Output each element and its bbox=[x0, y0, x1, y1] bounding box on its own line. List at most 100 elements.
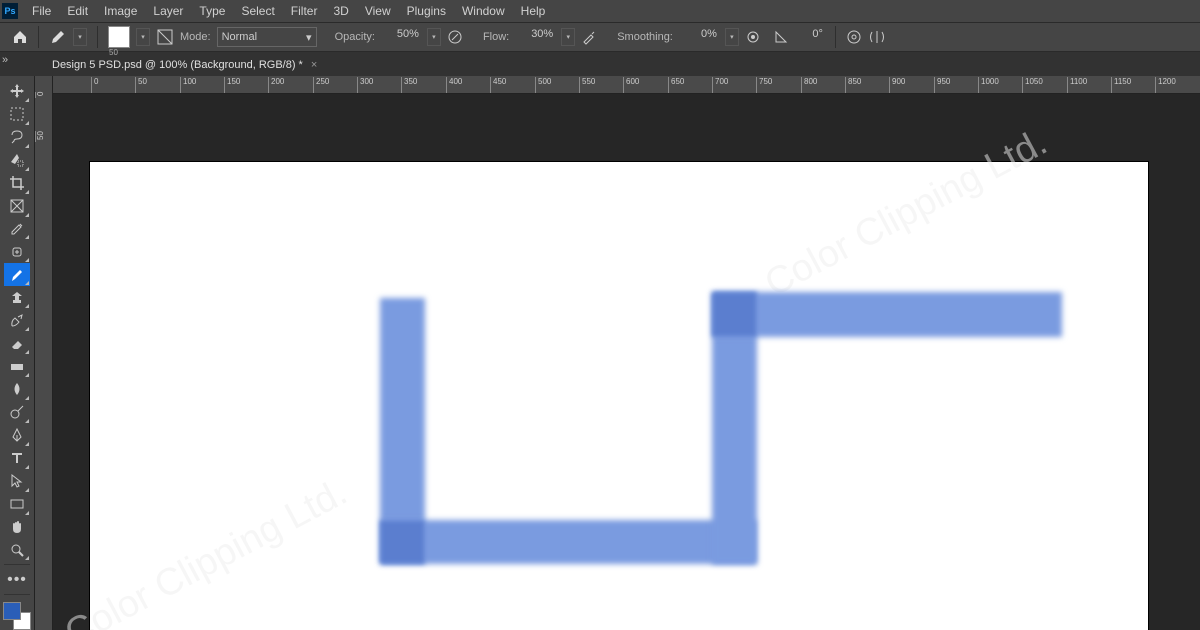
brush-stroke bbox=[712, 292, 1062, 337]
mode-select[interactable]: Normal ▾ bbox=[217, 27, 317, 47]
brush-stroke bbox=[713, 293, 756, 336]
pen-tool[interactable] bbox=[4, 424, 30, 447]
menu-window[interactable]: Window bbox=[454, 0, 513, 22]
flow-dropdown[interactable]: ▾ bbox=[561, 28, 575, 46]
canvas[interactable]: Color Clipping Ltd. Color Clipping Ltd. bbox=[53, 94, 1200, 630]
flow-label: Flow: bbox=[483, 31, 509, 43]
smoothing-label: Smoothing: bbox=[617, 31, 673, 43]
tools-panel: ••• bbox=[0, 76, 35, 630]
menu-layer[interactable]: Layer bbox=[145, 0, 191, 22]
hruler-tick: 200 bbox=[268, 77, 284, 94]
brush-preview[interactable]: 50 bbox=[108, 26, 130, 48]
blur-tool[interactable] bbox=[4, 378, 30, 401]
hruler-tick: 750 bbox=[756, 77, 772, 94]
hruler-tick: 1200 bbox=[1155, 77, 1176, 94]
canvas-wrap: 0 50 100 150 200 250 300 350 400 450 500… bbox=[53, 76, 1200, 630]
hruler-tick: 650 bbox=[668, 77, 684, 94]
collapse-panels-icon[interactable]: » bbox=[2, 54, 8, 66]
hruler-tick: 500 bbox=[535, 77, 551, 94]
brush-stroke bbox=[381, 521, 424, 563]
history-brush-tool[interactable] bbox=[4, 309, 30, 332]
healing-brush-tool[interactable] bbox=[4, 240, 30, 263]
document-tab[interactable]: Design 5 PSD.psd @ 100% (Background, RGB… bbox=[42, 53, 327, 76]
mode-value: Normal bbox=[222, 31, 257, 43]
symmetry-icon[interactable] bbox=[868, 29, 886, 45]
quick-select-tool[interactable] bbox=[4, 149, 30, 172]
vruler-tick: 50 bbox=[35, 131, 45, 142]
airbrush-icon[interactable] bbox=[581, 29, 597, 45]
eyedropper-tool[interactable] bbox=[4, 218, 30, 241]
document[interactable]: Color Clipping Ltd. Color Clipping Ltd. bbox=[90, 162, 1148, 630]
hruler-tick: 1000 bbox=[978, 77, 999, 94]
hruler-tick: 550 bbox=[579, 77, 595, 94]
move-tool[interactable] bbox=[4, 80, 30, 103]
hruler-tick: 1050 bbox=[1022, 77, 1043, 94]
hruler-tick: 600 bbox=[623, 77, 639, 94]
brush-tool-icon[interactable] bbox=[49, 28, 67, 46]
hand-tool[interactable] bbox=[4, 516, 30, 539]
hruler-tick: 250 bbox=[313, 77, 329, 94]
brush-size-label: 50 bbox=[109, 48, 118, 57]
clone-stamp-tool[interactable] bbox=[4, 286, 30, 309]
gradient-tool[interactable] bbox=[4, 355, 30, 378]
hruler-tick: 850 bbox=[845, 77, 861, 94]
menu-type[interactable]: Type bbox=[191, 0, 233, 22]
opacity-dropdown[interactable]: ▾ bbox=[427, 28, 441, 46]
hruler-tick: 400 bbox=[446, 77, 462, 94]
smoothing-dropdown[interactable]: ▾ bbox=[725, 28, 739, 46]
hruler-tick: 300 bbox=[357, 77, 373, 94]
watermark: Color Clipping Ltd. bbox=[58, 471, 354, 630]
eraser-tool[interactable] bbox=[4, 332, 30, 355]
hruler-tick: 1150 bbox=[1111, 77, 1131, 94]
color-swatches[interactable] bbox=[3, 602, 31, 630]
lasso-tool[interactable] bbox=[4, 126, 30, 149]
close-tab-icon[interactable]: × bbox=[311, 59, 317, 71]
pressure-size-icon[interactable] bbox=[846, 29, 862, 45]
edit-toolbar-icon[interactable]: ••• bbox=[4, 568, 30, 591]
hruler-tick: 800 bbox=[801, 77, 817, 94]
tool-preset-dropdown[interactable]: ▾ bbox=[73, 28, 87, 46]
menu-edit[interactable]: Edit bbox=[59, 0, 96, 22]
document-tab-title: Design 5 PSD.psd @ 100% (Background, RGB… bbox=[52, 59, 303, 71]
marquee-tool[interactable] bbox=[4, 103, 30, 126]
brush-settings-icon[interactable] bbox=[156, 28, 174, 46]
watermark: Color Clipping Ltd. bbox=[758, 121, 1054, 306]
menu-plugins[interactable]: Plugins bbox=[399, 0, 454, 22]
vruler-tick: 0 bbox=[35, 92, 45, 98]
flow-value[interactable]: 30% bbox=[515, 28, 555, 46]
hruler-tick: 950 bbox=[934, 77, 950, 94]
foreground-color[interactable] bbox=[3, 602, 21, 620]
menu-help[interactable]: Help bbox=[513, 0, 554, 22]
hruler-tick: 100 bbox=[180, 77, 196, 94]
dodge-tool[interactable] bbox=[4, 401, 30, 424]
frame-tool[interactable] bbox=[4, 195, 30, 218]
menu-file[interactable]: File bbox=[24, 0, 59, 22]
path-select-tool[interactable] bbox=[4, 470, 30, 493]
brush-preset-dropdown[interactable]: ▾ bbox=[136, 28, 150, 46]
menu-view[interactable]: View bbox=[357, 0, 399, 22]
home-icon[interactable] bbox=[12, 29, 28, 45]
angle-icon[interactable] bbox=[773, 29, 789, 45]
angle-value[interactable]: 0° bbox=[795, 28, 825, 46]
menu-3d[interactable]: 3D bbox=[325, 0, 356, 22]
menu-select[interactable]: Select bbox=[233, 0, 282, 22]
smoothing-value[interactable]: 0% bbox=[679, 28, 719, 46]
chevron-down-icon: ▾ bbox=[306, 31, 312, 44]
brush-tool[interactable] bbox=[4, 263, 30, 286]
rectangle-tool[interactable] bbox=[4, 493, 30, 516]
vertical-ruler[interactable]: 0 50 bbox=[35, 76, 53, 630]
horizontal-ruler[interactable]: 0 50 100 150 200 250 300 350 400 450 500… bbox=[53, 76, 1200, 94]
menu-filter[interactable]: Filter bbox=[283, 0, 326, 22]
crop-tool[interactable] bbox=[4, 172, 30, 195]
type-tool[interactable] bbox=[4, 447, 30, 470]
pressure-opacity-icon[interactable] bbox=[447, 29, 463, 45]
opacity-value[interactable]: 50% bbox=[381, 28, 421, 46]
hruler-tick: 700 bbox=[712, 77, 728, 94]
opacity-label: Opacity: bbox=[335, 31, 375, 43]
options-bar: ▾ 50 ▾ Mode: Normal▾ Opacity: 50% ▾ Flow… bbox=[0, 22, 1200, 52]
hruler-tick: 50 bbox=[135, 77, 147, 94]
smoothing-options-icon[interactable] bbox=[745, 29, 761, 45]
hruler-tick: 0 bbox=[91, 77, 98, 94]
zoom-tool[interactable] bbox=[4, 538, 30, 561]
menu-image[interactable]: Image bbox=[96, 0, 145, 22]
